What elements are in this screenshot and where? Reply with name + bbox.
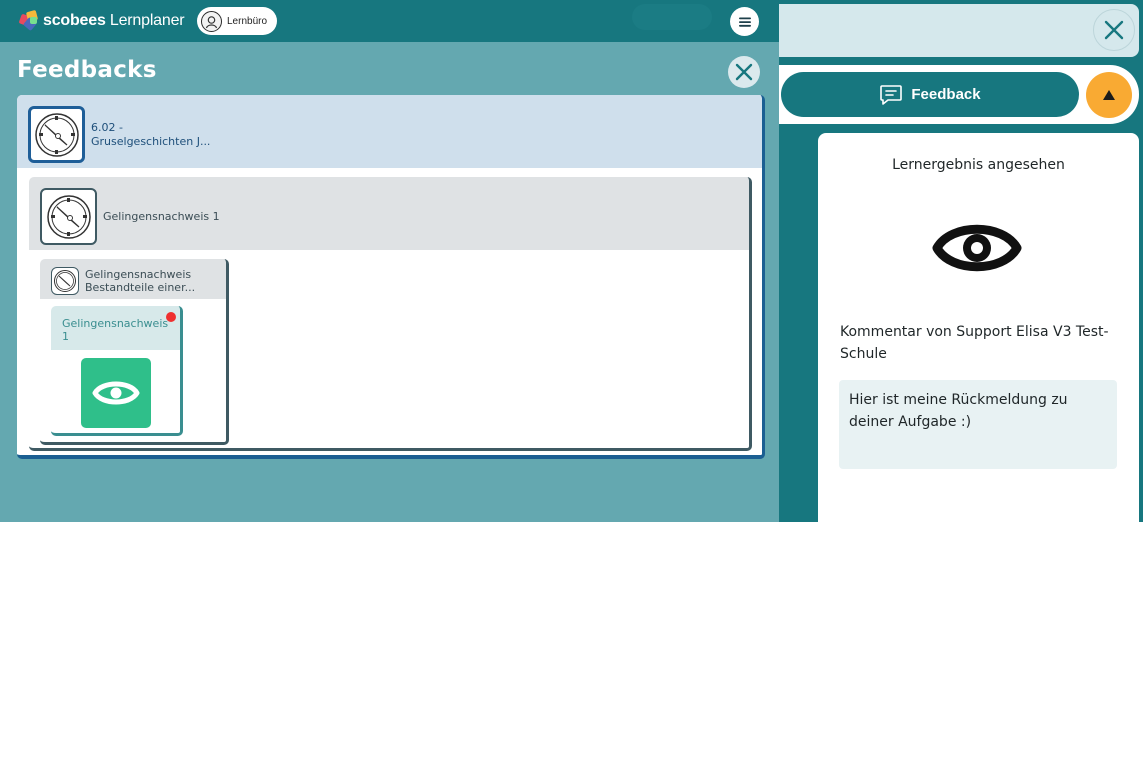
feedbacks-close-button[interactable] [728,56,760,88]
compass-icon [28,106,85,163]
comment-icon [880,84,903,105]
close-icon [1104,20,1124,40]
detail-top-bar [779,4,1139,57]
course-name: Gruselgeschichten J... [91,135,211,148]
subsection-line-2: Bestandteile einer... [85,281,196,294]
comment-text: Hier ist meine Rückmeldung zu deiner Auf… [839,380,1117,469]
subsection-line-1: Gelingensnachweis [85,268,192,281]
feedback-button-label: Feedback [911,86,981,103]
menu-button[interactable] [730,7,759,36]
triangle-up-icon [1103,90,1115,100]
hamburger-menu-icon [738,17,751,27]
course-code: 6.02 - [91,121,123,134]
feedback-button[interactable]: Feedback [781,72,1079,117]
comment-header: Kommentar von Support Elisa V3 Test-Schu… [840,324,1109,362]
workspace-pill[interactable]: Lernbüro [197,7,278,35]
detail-side-strip [809,133,817,522]
section-label: Gelingensnachweis 1 [103,210,220,223]
subsection-card: Gelingensnachweis Bestandteile einer... … [40,259,229,445]
page-title: Feedbacks [17,57,157,83]
collapse-button[interactable] [1086,72,1132,118]
eye-icon [931,211,1023,289]
close-icon [735,63,753,81]
viewed-status-tile[interactable] [81,358,151,428]
compass-icon [40,188,97,245]
detail-panel: Feedback Lernergebnis angesehen Kommenta… [779,0,1143,522]
course-title: 6.02 - Gruselgeschichten J... [91,121,210,149]
brand-name: scobees Lernplaner [43,11,185,29]
compass-icon [51,267,79,295]
section-header[interactable]: Gelingensnachweis 1 [29,177,749,250]
course-card: 6.02 - Gruselgeschichten J... Gelingensn… [17,95,765,459]
subsection-title: Gelingensnachweis Bestandteile einer... [85,268,195,294]
avatar-icon [201,10,222,32]
section-card: Gelingensnachweis 1 Gelingensnachweis Be… [29,177,752,451]
feedback-item-line-2: 1 [62,330,69,343]
status-text: Lernergebnis angesehen [892,157,1065,173]
feedback-item-line-1: Gelingensnachweis [62,317,169,330]
topbar-shade [632,4,712,30]
workspace-pill-label: Lernbüro [227,15,268,27]
course-card-header[interactable]: 6.02 - Gruselgeschichten J... [17,95,762,168]
notification-dot [166,312,176,322]
eye-icon [92,381,140,405]
feedback-item[interactable]: Gelingensnachweis 1 [51,306,183,436]
feedback-item-header: Gelingensnachweis 1 [51,306,180,350]
scobees-logo-icon [18,9,39,32]
top-bar: scobees Lernplaner Lernbüro [0,0,779,42]
app-main: scobees Lernplaner Lernbüro Feedbacks 6.… [0,0,779,522]
feedback-item-title: Gelingensnachweis 1 [62,317,168,343]
subsection-header[interactable]: Gelingensnachweis Bestandteile einer... [40,259,226,299]
detail-close-button[interactable] [1093,9,1135,51]
detail-card: Lernergebnis angesehen Kommentar von Sup… [818,133,1139,522]
brand-logo[interactable]: scobees Lernplaner [18,9,185,32]
